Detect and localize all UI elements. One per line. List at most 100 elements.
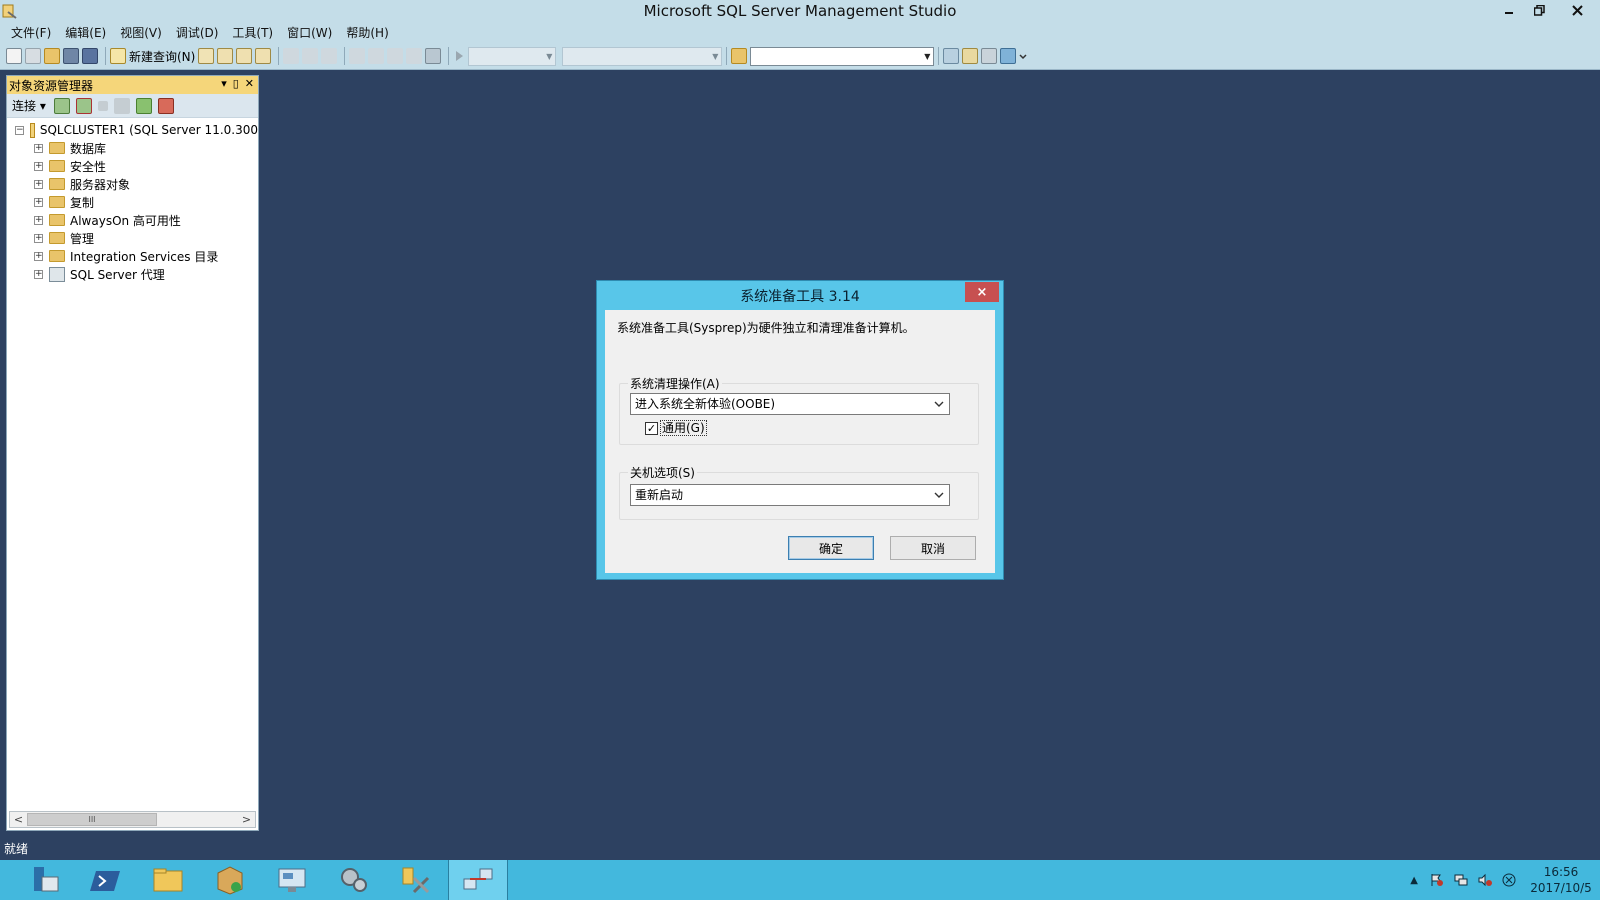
dmx-query-icon: [236, 48, 253, 64]
taskbar-package[interactable]: [200, 860, 260, 900]
taskbar: ▲ 16:56 2017/10/5: [0, 860, 1600, 900]
menu-window[interactable]: 窗口(W): [280, 24, 339, 42]
navigate-back-button[interactable]: [387, 46, 404, 66]
ok-button[interactable]: 确定: [788, 536, 874, 560]
toolbox-button[interactable]: [981, 46, 998, 66]
tree-node-label: 服务器对象: [70, 177, 131, 192]
tree-node-server[interactable]: − SQLCLUSTER1 (SQL Server 11.0.300: [7, 121, 258, 139]
expand-icon[interactable]: +: [34, 161, 43, 171]
new-project-button[interactable]: [6, 46, 22, 66]
platform-combo[interactable]: ▼: [562, 46, 723, 66]
folder-icon: [49, 250, 65, 262]
save-button[interactable]: [63, 46, 79, 66]
add-item-button[interactable]: [25, 46, 41, 66]
db-engine-query-button[interactable]: [198, 46, 215, 66]
tree-node-replication[interactable]: + 复制: [7, 193, 258, 211]
find-in-files-button[interactable]: [731, 46, 748, 66]
taskbar-server-manager[interactable]: [14, 860, 74, 900]
solution-explorer-button[interactable]: [943, 46, 960, 66]
action-center-icon[interactable]: [1430, 873, 1444, 887]
scroll-left-icon[interactable]: <: [10, 812, 27, 827]
collapse-icon[interactable]: −: [15, 125, 24, 135]
expand-icon[interactable]: +: [34, 251, 43, 261]
cut-button[interactable]: [283, 46, 300, 66]
start-debug-button[interactable]: [453, 46, 465, 66]
xmla-query-button[interactable]: [255, 46, 272, 66]
restore-button[interactable]: [1524, 0, 1554, 20]
tree-node-server-objects[interactable]: + 服务器对象: [7, 175, 258, 193]
filter-icon[interactable]: [113, 97, 130, 114]
expand-icon[interactable]: +: [34, 233, 43, 243]
chevron-down-icon: [932, 397, 946, 411]
tree-node-alwayson[interactable]: + AlwaysOn 高可用性: [7, 211, 258, 229]
status-bar: 就绪: [0, 838, 1600, 860]
tree-node-sql-agent[interactable]: + SQL Server 代理: [7, 265, 258, 283]
expand-icon[interactable]: +: [34, 269, 43, 279]
scroll-thumb[interactable]: III: [27, 813, 157, 826]
dmx-query-button[interactable]: [236, 46, 253, 66]
activity-monitor-button[interactable]: [425, 46, 442, 66]
find-combo[interactable]: ▼: [750, 46, 935, 66]
taskbar-powershell[interactable]: [76, 860, 136, 900]
paste-button[interactable]: [321, 46, 338, 66]
toolbar-options-button[interactable]: [1019, 46, 1027, 66]
menu-view[interactable]: 视图(V): [113, 24, 169, 42]
panel-dropdown-icon[interactable]: ▾: [221, 77, 227, 90]
menu-tools[interactable]: 工具(T): [225, 24, 280, 42]
menu-file[interactable]: 文件(F): [4, 24, 58, 42]
properties-button[interactable]: [962, 46, 979, 66]
refresh-icon[interactable]: [135, 97, 152, 114]
horizontal-scrollbar[interactable]: < III >: [9, 811, 256, 828]
new-query-button[interactable]: 新建查询(N): [110, 46, 195, 66]
generalize-checkbox[interactable]: ✓: [645, 421, 658, 435]
solution-config-combo[interactable]: ▼: [468, 46, 557, 66]
cleanup-action-select[interactable]: 进入系统全新体验(OOBE): [630, 393, 950, 415]
menu-help[interactable]: 帮助(H): [339, 24, 395, 42]
volume-muted-icon[interactable]: [1478, 873, 1492, 887]
pin-icon[interactable]: ▯: [233, 77, 239, 90]
generalize-checkbox-row[interactable]: ✓ 通用(G): [645, 420, 707, 436]
undo-button[interactable]: [349, 46, 366, 66]
show-hidden-icons-icon[interactable]: ▲: [1410, 875, 1418, 886]
open-file-button[interactable]: [44, 46, 60, 66]
taskbar-network[interactable]: [448, 860, 508, 900]
tools-icon: [402, 867, 430, 894]
system-tray: ▲ 16:56 2017/10/5: [1410, 860, 1600, 900]
menu-edit[interactable]: 编辑(E): [58, 24, 113, 42]
taskbar-clock[interactable]: 16:56 2017/10/5: [1526, 864, 1596, 896]
save-all-button[interactable]: [82, 46, 98, 66]
disconnect-icon[interactable]: [75, 97, 92, 114]
network-tray-icon[interactable]: [1454, 873, 1468, 887]
taskbar-tools[interactable]: [386, 860, 446, 900]
menu-debug[interactable]: 调试(D): [169, 24, 226, 42]
tree-node-databases[interactable]: + 数据库: [7, 139, 258, 157]
shutdown-options-select[interactable]: 重新启动: [630, 484, 950, 506]
redo-button[interactable]: [368, 46, 385, 66]
cancel-button[interactable]: 取消: [890, 536, 976, 560]
minimize-button[interactable]: [1494, 0, 1524, 20]
taskbar-remote-desktop[interactable]: [262, 860, 322, 900]
dialog-close-button[interactable]: ×: [965, 282, 999, 302]
notification-icon[interactable]: [1502, 873, 1516, 887]
expand-icon[interactable]: +: [34, 179, 43, 189]
ok-label: 确定: [818, 541, 843, 556]
connect-icon[interactable]: [53, 97, 70, 114]
expand-icon[interactable]: +: [34, 143, 43, 153]
taskbar-file-explorer[interactable]: [138, 860, 198, 900]
tree-node-management[interactable]: + 管理: [7, 229, 258, 247]
start-page-button[interactable]: [1000, 46, 1017, 66]
copy-button[interactable]: [302, 46, 319, 66]
scroll-right-icon[interactable]: >: [238, 812, 255, 827]
connect-dropdown[interactable]: 连接 ▾: [12, 97, 46, 114]
mdx-query-button[interactable]: [217, 46, 234, 66]
stop-icon[interactable]: [97, 100, 108, 111]
close-button[interactable]: [1554, 0, 1600, 20]
taskbar-services[interactable]: [324, 860, 384, 900]
tree-node-integration-services[interactable]: + Integration Services 目录: [7, 247, 258, 265]
panel-close-icon[interactable]: ✕: [245, 77, 254, 90]
expand-icon[interactable]: +: [34, 215, 43, 225]
expand-icon[interactable]: +: [34, 197, 43, 207]
navigate-forward-button[interactable]: [406, 46, 423, 66]
tree-node-security[interactable]: + 安全性: [7, 157, 258, 175]
activity-monitor-icon[interactable]: [157, 97, 174, 114]
